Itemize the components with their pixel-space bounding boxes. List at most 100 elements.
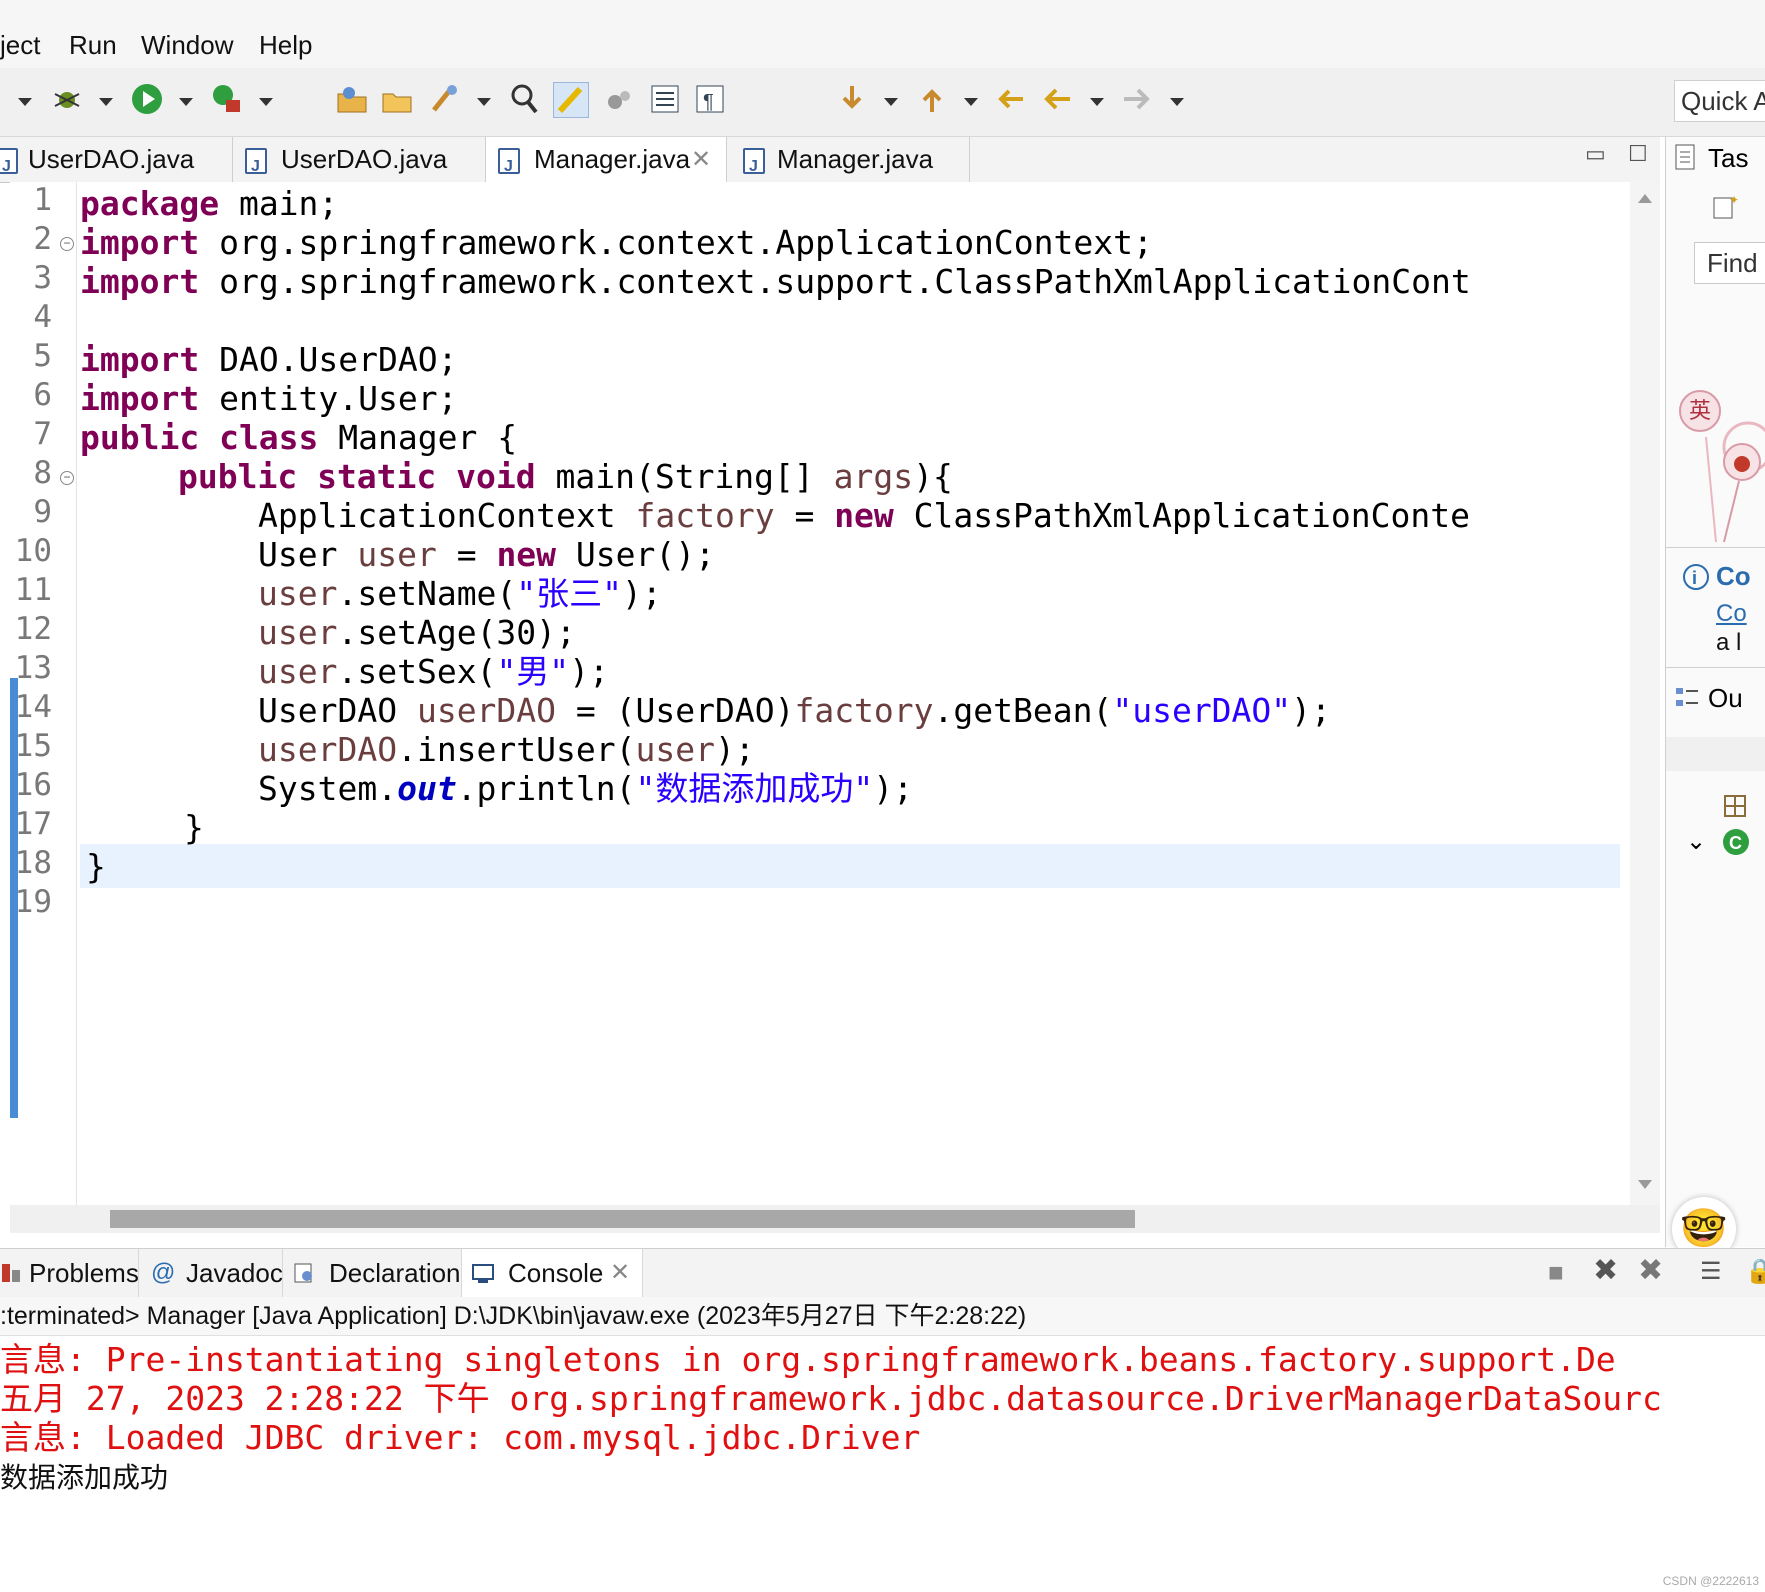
code-line: package main; [80,184,339,223]
package-icon [1724,795,1746,817]
line-number: 4 [33,299,52,335]
prev-annotation-icon[interactable] [915,82,949,116]
open-task-icon[interactable] [380,82,414,116]
code-line: import org.springframework.context.suppo… [80,262,1471,301]
menu-run[interactable]: Run [69,30,117,61]
java-file-icon [245,144,267,189]
outline-label[interactable]: Ou [1708,683,1743,714]
tab-userdao-1[interactable]: UserDAO.java [0,137,233,189]
line-number: 8 [33,455,52,491]
tab-label: Manager.java [534,144,691,174]
line-number: 16 [14,767,52,803]
close-console-icon[interactable]: ✕ [610,1249,630,1297]
run-dropdown-icon[interactable] [179,98,193,106]
code-content[interactable]: package main; import org.springframework… [80,182,1620,1205]
editor-tab-bar: UserDAO.java UserDAO.java Manager.java ✕… [0,137,1660,189]
remove-all-terminated-icon[interactable]: ✖ [1638,1253,1663,1288]
forward-icon[interactable] [1120,82,1154,116]
terminate-icon[interactable]: ■ [1548,1257,1564,1288]
next-annotation-icon[interactable] [835,82,869,116]
remove-launch-icon[interactable]: ✖ [1593,1253,1618,1288]
tab-javadoc[interactable]: @ Javadoc [139,1249,283,1297]
java-file-icon [0,144,18,189]
scroll-down-icon[interactable] [1638,1180,1652,1189]
run-icon[interactable] [130,82,164,116]
new-task-icon[interactable]: ✦ [1711,192,1739,220]
line-number: 19 [14,884,52,920]
search-icon[interactable] [428,82,462,116]
next-annotation-dropdown-icon[interactable] [884,98,898,106]
code-line: public class Manager { [80,418,518,457]
editor-vertical-scrollbar[interactable] [1630,182,1660,1205]
console-icon [472,1264,494,1283]
last-edit-icon[interactable] [995,82,1029,116]
console-line: 五月 27, 2023 2:28:22 下午 org.springframewo… [0,1379,1662,1418]
menu-window[interactable]: Window [141,30,233,61]
line-number: 14 [14,689,52,725]
prev-annotation-dropdown-icon[interactable] [964,98,978,106]
find-input[interactable]: Find [1694,242,1765,284]
line-number: 6 [33,377,52,413]
external-tools-icon[interactable] [210,82,244,116]
open-type-icon[interactable] [335,82,369,116]
tab-declaration[interactable]: Declaration [283,1249,462,1297]
show-whitespace-icon[interactable] [648,82,682,116]
code-line: } [86,847,106,886]
tab-userdao-2[interactable]: UserDAO.java [233,137,486,189]
info-title: Co [1716,561,1751,591]
line-number: 9 [33,494,52,530]
toggle-ant-mark-icon[interactable] [508,82,542,116]
code-line: user.setSex("男"); [258,652,609,691]
tab-console-active[interactable]: Console ✕ [462,1249,643,1297]
back-dropdown-icon[interactable] [1090,98,1104,106]
dropdown-arrow-icon[interactable] [18,98,32,106]
line-number: 17 [14,806,52,842]
toggle-mark-occurrences-icon[interactable] [553,82,589,118]
quick-access-input[interactable]: Quick A [1674,80,1765,122]
search-dropdown-icon[interactable] [477,98,491,106]
code-line: UserDAO userDAO = (UserDAO)factory.getBe… [258,691,1331,730]
scrollbar-thumb[interactable] [110,1210,1135,1228]
declaration-icon [294,1263,312,1283]
debug-dropdown-icon[interactable] [99,98,113,106]
tab-problems[interactable]: Problems [0,1249,139,1297]
code-editor[interactable]: 1 2 3 4 5 6 7 8 9 10 11 12 13 14 15 16 17 18 19− − package … [10,182,1660,1205]
clear-console-icon[interactable]: ☰ [1700,1257,1722,1286]
menu-bar: ject Run Window Help [0,0,1765,68]
scroll-lock-icon[interactable]: 🔒 [1745,1257,1765,1286]
right-side-panel: Tas ✦ Find 英 i Co Co a l Ou ⌄ C [1665,137,1765,1247]
class-icon: C [1723,829,1749,855]
expand-chevron-icon[interactable]: ⌄ [1686,827,1706,856]
svg-text:¶: ¶ [703,91,714,113]
menu-project[interactable]: ject [0,30,40,61]
line-number: 15 [14,728,52,764]
code-line: import org.springframework.context.Appli… [80,223,1153,262]
outline-icon [1676,688,1698,706]
pilcrow-icon[interactable]: ¶ [693,82,727,116]
line-number: 12 [14,611,52,647]
close-tab-icon[interactable]: ✕ [691,137,711,182]
line-number: 13 [14,650,52,686]
block-selection-icon[interactable] [603,82,637,116]
info-link[interactable]: Co [1716,600,1747,628]
task-list-label[interactable]: Tas [1708,143,1748,174]
debug-icon[interactable] [50,82,84,116]
tab-manager-2[interactable]: Manager.java [727,137,970,189]
editor-horizontal-scrollbar[interactable] [10,1205,1660,1233]
code-line: user.setName("张三"); [258,574,662,613]
code-line: User user = new User(); [258,535,715,574]
console-output[interactable]: 言息: Pre-instantiating singletons in org.… [0,1338,1765,1592]
back-icon[interactable] [1040,82,1074,116]
fold-toggle-icon[interactable]: − [60,237,74,251]
menu-help[interactable]: Help [259,30,312,61]
scroll-up-icon[interactable] [1638,194,1652,203]
minimize-icon[interactable]: ▭ [1585,141,1606,167]
javadoc-icon: @ [151,1259,176,1286]
line-number: 3 [33,260,52,296]
fold-toggle-icon[interactable]: − [60,471,74,485]
maximize-icon[interactable]: ☐ [1628,141,1648,167]
external-tools-dropdown-icon[interactable] [259,98,273,106]
tab-manager-active[interactable]: Manager.java ✕ [486,137,727,189]
console-line: 言息: Loaded JDBC driver: com.mysql.jdbc.D… [0,1418,921,1457]
forward-dropdown-icon[interactable] [1170,98,1184,106]
